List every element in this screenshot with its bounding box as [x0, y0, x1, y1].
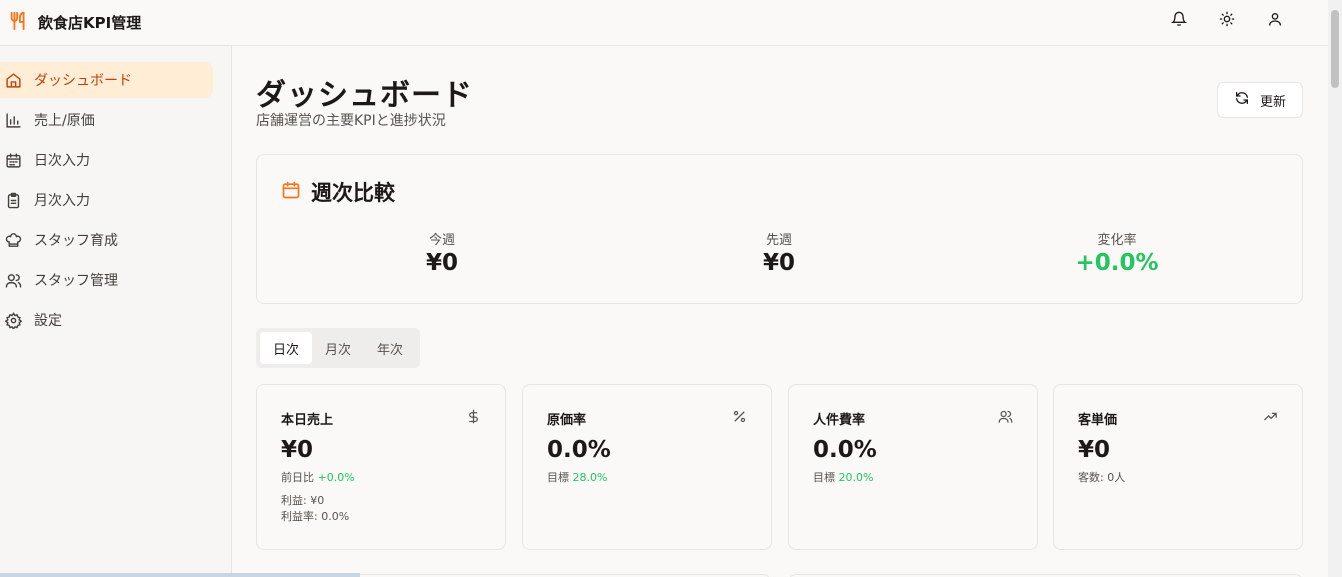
kpi-sub-prefix: 目標: [547, 471, 569, 484]
kpi-label: 原価率: [547, 413, 587, 428]
sidebar-item-staff-management[interactable]: スタッフ管理: [0, 262, 213, 298]
profit-text: 利益: ¥0: [281, 494, 325, 507]
kpi-card-avg-spend: 客単価 ¥0 客数: 0人: [1053, 384, 1303, 550]
main-content: ダッシュボード 店舗運営の主要KPIと進捗状況 更新 週次比較 今週 ¥0 先週…: [232, 46, 1328, 577]
bottom-strip: [0, 573, 360, 577]
dollar-icon: [466, 409, 481, 428]
sidebar-item-label: スタッフ育成: [34, 233, 118, 249]
gear-icon: [4, 311, 22, 329]
kpi-card-labor-rate: 人件費率 0.0% 目標 20.0%: [788, 384, 1038, 550]
tab-yearly[interactable]: 年次: [364, 332, 416, 364]
kpi-sub-value: 20.0%: [838, 471, 874, 484]
sidebar-item-settings[interactable]: 設定: [0, 302, 213, 338]
users-icon: [4, 271, 22, 289]
kpi-subtext: 前日比 +0.0%: [281, 469, 355, 485]
period-tabs: 日次 月次 年次: [256, 328, 420, 368]
theme-toggle-button[interactable]: [1214, 8, 1240, 34]
page-scrollbar[interactable]: [1328, 0, 1342, 577]
kpi-value: 0.0%: [547, 437, 611, 463]
calendar-icon: [4, 151, 22, 169]
kpi-card-daily-sales: 本日売上 ¥0 前日比 +0.0% 利益: ¥0 利益率: 0.0%: [256, 384, 506, 550]
kpi-label: 客単価: [1078, 413, 1118, 428]
chef-hat-icon: [4, 231, 22, 249]
kpi-subtext: 目標 20.0%: [813, 469, 873, 485]
kpi-value: ¥0: [281, 437, 314, 463]
users-icon: [998, 409, 1013, 428]
utensils-icon: [8, 10, 30, 36]
change-rate-stat: 変化率 +0.0%: [1017, 229, 1217, 276]
kpi-sub-prefix: 前日比: [281, 471, 314, 484]
trending-up-icon: [1263, 409, 1278, 428]
change-rate-value: +0.0%: [1075, 250, 1159, 276]
refresh-button[interactable]: 更新: [1217, 82, 1303, 118]
scrollbar-thumb[interactable]: [1331, 10, 1339, 88]
user-icon: [1267, 11, 1283, 31]
kpi-label: 本日売上: [281, 413, 334, 428]
sidebar: ダッシュボード 売上/原価 日次入力 月次入力 スタッフ育成 スタッフ管理 設定: [0, 46, 232, 577]
bell-icon: [1170, 11, 1188, 31]
sun-icon: [1219, 11, 1235, 31]
sidebar-item-sales-cost[interactable]: 売上/原価: [0, 102, 213, 138]
home-icon: [4, 71, 22, 89]
refresh-label: 更新: [1259, 94, 1286, 110]
clipboard-icon: [4, 191, 22, 209]
weekly-comparison-card: 週次比較 今週 ¥0 先週 ¥0 変化率 +0.0%: [256, 154, 1303, 304]
sidebar-item-label: 売上/原価: [34, 113, 95, 129]
kpi-sub-value: +0.0%: [317, 471, 355, 484]
refresh-icon: [1234, 90, 1250, 110]
calendar-icon: [281, 180, 301, 204]
kpi-sub-prefix: 目標: [813, 471, 835, 484]
app-title: 飲食店KPI管理: [38, 14, 142, 32]
sidebar-item-label: 月次入力: [34, 193, 90, 209]
this-week-value: ¥0: [425, 250, 458, 276]
tab-monthly[interactable]: 月次: [312, 332, 364, 364]
this-week-stat: 今週 ¥0: [342, 229, 542, 276]
kpi-label: 人件費率: [813, 413, 866, 428]
last-week-label: 先週: [765, 233, 792, 248]
kpi-subtext: 目標 28.0%: [547, 469, 607, 485]
page-title: ダッシュボード: [256, 78, 473, 113]
page-subtitle: 店舗運営の主要KPIと進捗状況: [256, 113, 446, 129]
sidebar-item-label: ダッシュボード: [34, 73, 132, 89]
kpi-value: ¥0: [1078, 437, 1111, 463]
weekly-title: 週次比較: [311, 181, 395, 205]
kpi-sub-value: 28.0%: [572, 471, 608, 484]
sidebar-item-staff-training[interactable]: スタッフ育成: [0, 222, 213, 258]
kpi-value: 0.0%: [813, 437, 877, 463]
profit-rate-text: 利益率: 0.0%: [281, 510, 350, 523]
change-rate-label: 変化率: [1097, 233, 1137, 248]
bar-chart-icon: [4, 111, 22, 129]
sidebar-item-dashboard[interactable]: ダッシュボード: [0, 62, 213, 98]
kpi-subtext: 客数: 0人: [1078, 471, 1126, 484]
kpi-card-cost-rate: 原価率 0.0% 目標 28.0%: [522, 384, 772, 550]
last-week-value: ¥0: [762, 250, 795, 276]
last-week-stat: 先週 ¥0: [679, 229, 879, 276]
brand[interactable]: 飲食店KPI管理: [8, 10, 141, 36]
sidebar-item-label: 設定: [34, 313, 62, 329]
user-menu-button[interactable]: [1262, 8, 1288, 34]
sidebar-item-label: 日次入力: [34, 153, 90, 169]
tab-daily[interactable]: 日次: [260, 332, 312, 364]
sidebar-item-monthly-input[interactable]: 月次入力: [0, 182, 213, 218]
sidebar-item-label: スタッフ管理: [34, 273, 118, 289]
kpi-extra: 利益: ¥0 利益率: 0.0%: [281, 493, 349, 525]
notifications-button[interactable]: [1166, 8, 1192, 34]
app-header: 飲食店KPI管理: [0, 0, 1328, 46]
this-week-label: 今週: [428, 233, 455, 248]
sidebar-item-daily-input[interactable]: 日次入力: [0, 142, 213, 178]
percent-icon: [732, 409, 747, 428]
